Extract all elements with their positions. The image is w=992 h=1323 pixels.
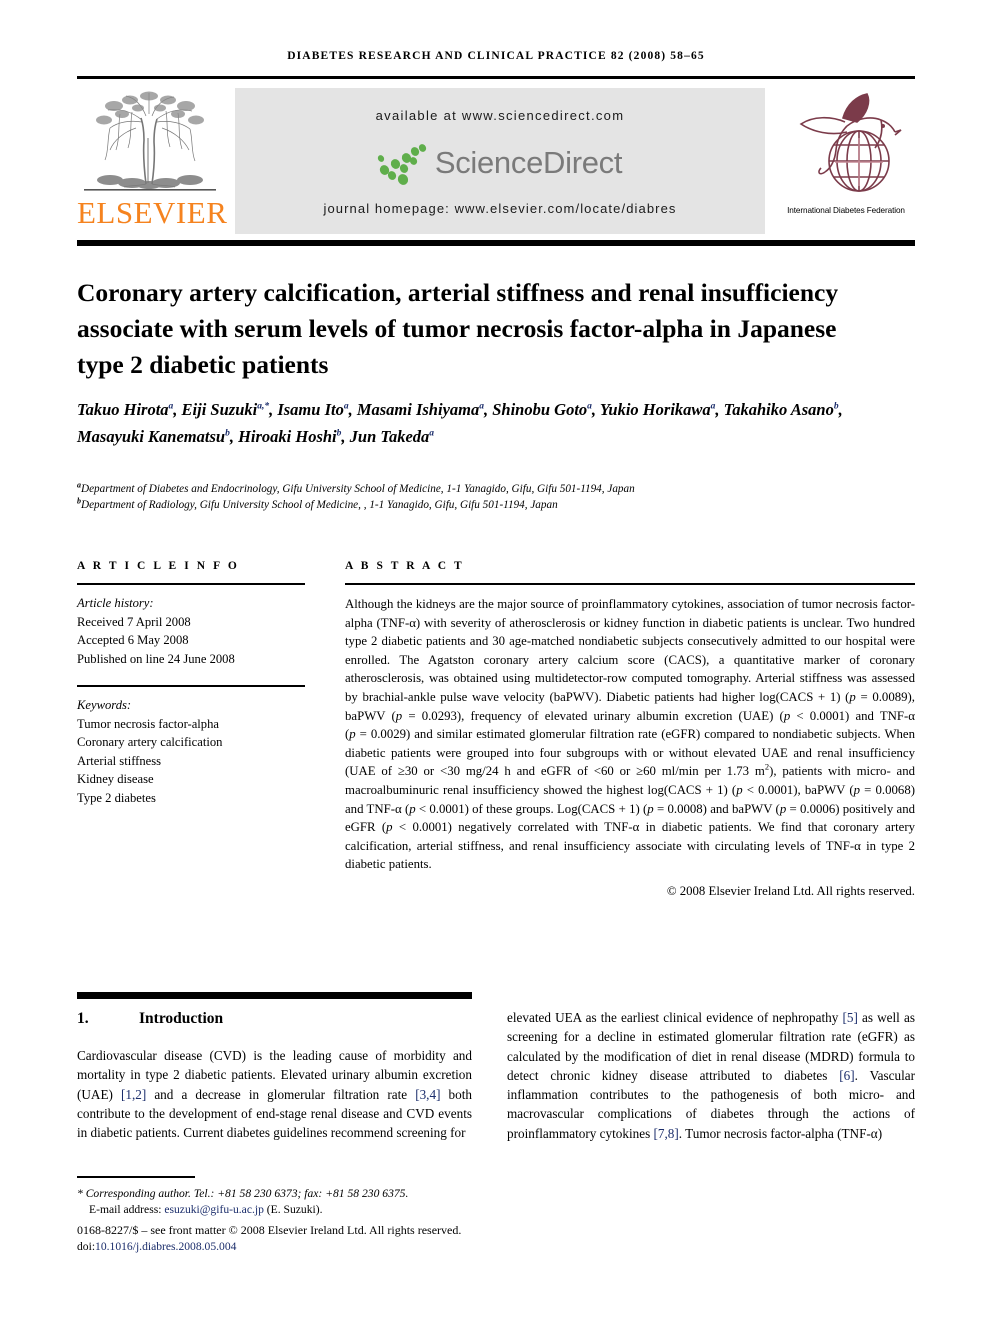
- keyword-item: Tumor necrosis factor-alpha: [77, 716, 219, 731]
- running-head: DIABETES RESEARCH AND CLINICAL PRACTICE …: [287, 50, 705, 62]
- available-at-text: available at www.sciencedirect.com: [375, 108, 625, 123]
- article-info-heading: A R T I C L E I N F O: [77, 560, 240, 572]
- abstract-copyright: © 2008 Elsevier Ireland Ltd. All rights …: [666, 883, 915, 898]
- running-head-rule: [77, 76, 915, 79]
- abstract-body: Although the kidneys are the major sourc…: [345, 597, 916, 872]
- keywords-label: Keywords:: [77, 698, 132, 712]
- keyword-item: Coronary artery calcification: [77, 735, 223, 749]
- elsevier-wordmark: ELSEVIER: [77, 195, 228, 230]
- keywords-block: Keywords: Tumor necrosis factor-alpha Co…: [77, 696, 305, 807]
- keyword-item: Kidney disease: [77, 772, 154, 786]
- sciencedirect-banner[interactable]: available at www.sciencedirect.com Scien…: [235, 88, 765, 234]
- article-published: Published on line 24 June 2008: [77, 651, 235, 666]
- idf-caption: International Diabetes Federation: [787, 206, 905, 215]
- footnote-block: * Corresponding author. Tel.: +81 58 230…: [77, 1186, 497, 1255]
- introduction-right-column: elevated UEA as the earliest clinical ev…: [507, 1010, 915, 1141]
- page-title: Coronary artery calcification, arterial …: [77, 278, 839, 380]
- affiliation-list: aDepartment of Diabetes and Endocrinolog…: [77, 480, 635, 511]
- elsevier-tree-icon: [84, 91, 216, 191]
- introduction-number: 1.: [77, 1010, 89, 1027]
- article-history: Article history: Received 7 April 2008 A…: [77, 594, 305, 668]
- corresponding-author-note: * Corresponding author. Tel.: +81 58 230…: [77, 1187, 409, 1200]
- doi-note[interactable]: doi:10.1016/j.diabres.2008.05.004: [77, 1239, 497, 1255]
- journal-homepage-text: journal homepage: www.elsevier.com/locat…: [323, 201, 677, 216]
- idf-hummingbird-globe-icon: [799, 93, 902, 192]
- sciencedirect-wordmark: ScienceDirect: [434, 145, 623, 180]
- keyword-item: Type 2 diabetes: [77, 790, 156, 805]
- abstract-heading: A B S T R A C T: [345, 560, 465, 572]
- introduction-title: Introduction: [139, 1010, 224, 1027]
- article-info-rule: [77, 583, 305, 585]
- abstract-rule: [345, 583, 915, 585]
- footnote-rule: [77, 1176, 195, 1178]
- front-matter-note: 0168-8227/$ – see front matter © 2008 El…: [77, 1223, 462, 1238]
- introduction-rule: [77, 992, 472, 999]
- sciencedirect-swoosh-icon: [376, 142, 430, 187]
- author-list: Takuo Hirotaa, Eiji Suzukia,*, Isamu Ito…: [77, 400, 843, 446]
- article-accepted: Accepted 6 May 2008: [77, 633, 189, 647]
- journal-article-page: DIABETES RESEARCH AND CLINICAL PRACTICE …: [0, 0, 992, 1323]
- masthead: ELSEVIER available at www.sciencedirect.…: [77, 88, 915, 234]
- idf-logo: International Diabetes Federation: [777, 88, 915, 234]
- sciencedirect-logo: ScienceDirect: [235, 142, 765, 189]
- keywords-rule: [77, 685, 305, 687]
- elsevier-logo[interactable]: ELSEVIER: [77, 88, 228, 234]
- article-info-column: A R T I C L E I N F O Article history: R…: [77, 560, 305, 807]
- introduction-heading: 1. Introduction: [77, 1010, 477, 1028]
- abstract-column: A B S T R A C T Although the kidneys are…: [345, 560, 915, 899]
- article-received: Received 7 April 2008: [77, 614, 191, 629]
- masthead-rule: [77, 240, 915, 246]
- email-address-note[interactable]: E-mail address: esuzuki@gifu-u.ac.jp (E.…: [77, 1202, 497, 1218]
- introduction-left-column: Cardiovascular disease (CVD) is the lead…: [77, 1048, 472, 1141]
- keyword-item: Arterial stiffness: [77, 753, 162, 768]
- article-history-label: Article history:: [77, 596, 154, 610]
